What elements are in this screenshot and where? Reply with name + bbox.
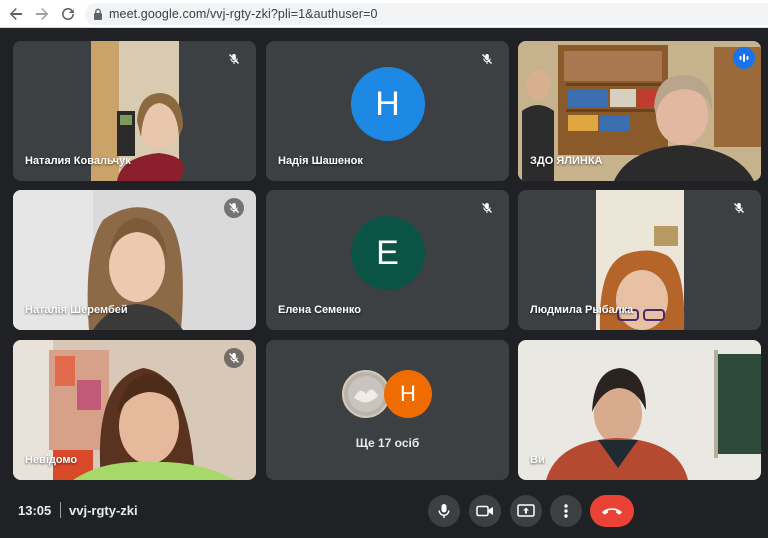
mic-off-icon — [224, 198, 244, 218]
participant-tile[interactable]: Е Елена Семенко — [266, 190, 509, 330]
mic-off-icon — [729, 198, 749, 218]
camera-icon — [476, 505, 493, 517]
participant-name: Наталия Ковальчук — [25, 155, 131, 167]
overflow-avatars: Н — [342, 370, 442, 420]
divider — [60, 502, 61, 518]
participant-tile[interactable]: Н Надія Шашенок — [266, 41, 509, 181]
mic-button[interactable] — [428, 495, 460, 527]
mic-icon — [438, 504, 450, 518]
avatar: Н — [350, 67, 425, 141]
lock-icon — [93, 8, 103, 20]
participant-name: Невідомо — [25, 454, 78, 466]
meeting-control-bar: 13:05 vvj-rgty-zki — [0, 484, 768, 538]
browser-toolbar: meet.google.com/vvj-rgty-zki?pli=1&authu… — [0, 0, 768, 28]
avatar: Н — [384, 370, 432, 418]
forward-icon[interactable] — [32, 4, 52, 24]
mic-off-icon — [224, 348, 244, 368]
more-participants-label: Ще 17 осіб — [355, 436, 420, 450]
meeting-code[interactable]: vvj-rgty-zki — [69, 503, 138, 518]
mic-off-icon — [477, 198, 497, 218]
participant-tile-active[interactable]: ЗДО ЯЛИНКА — [518, 41, 761, 181]
back-icon[interactable] — [6, 4, 26, 24]
reload-icon[interactable] — [58, 4, 78, 24]
more-options-button[interactable] — [550, 495, 582, 527]
hang-up-icon — [602, 508, 622, 515]
mic-off-icon — [477, 49, 497, 69]
present-icon — [517, 504, 535, 517]
avatar — [342, 370, 390, 418]
meeting-time: 13:05 — [18, 503, 52, 518]
participant-name: Наталія Шерембей — [25, 304, 128, 316]
more-participants-tile[interactable]: Н Ще 17 осіб — [266, 340, 509, 480]
participant-tile[interactable]: Невідомо — [13, 340, 256, 480]
participant-tile[interactable]: Наталія Шерембей — [13, 190, 256, 330]
leave-call-button[interactable] — [590, 495, 634, 527]
participant-name: ЗДО ЯЛИНКА — [530, 155, 603, 167]
participant-video — [518, 340, 761, 480]
participant-name: Надія Шашенок — [278, 155, 363, 167]
participant-name: Елена Семенко — [278, 304, 362, 316]
participant-name: Людмила Рыбалка — [530, 304, 634, 316]
camera-button[interactable] — [469, 495, 501, 527]
present-screen-button[interactable] — [510, 495, 542, 527]
mic-off-icon — [224, 49, 244, 69]
participant-tile[interactable]: Людмила Рыбалка — [518, 190, 761, 330]
avatar: Е — [350, 216, 425, 290]
self-view-tile[interactable]: Ви — [518, 340, 761, 480]
participant-tile[interactable]: Наталия Ковальчук — [13, 41, 256, 181]
url-text: meet.google.com/vvj-rgty-zki?pli=1&authu… — [109, 7, 378, 21]
participant-name: Ви — [530, 454, 545, 466]
speaking-indicator-icon — [733, 47, 755, 69]
address-bar[interactable]: meet.google.com/vvj-rgty-zki?pli=1&authu… — [85, 3, 768, 25]
more-vert-icon — [564, 504, 568, 518]
